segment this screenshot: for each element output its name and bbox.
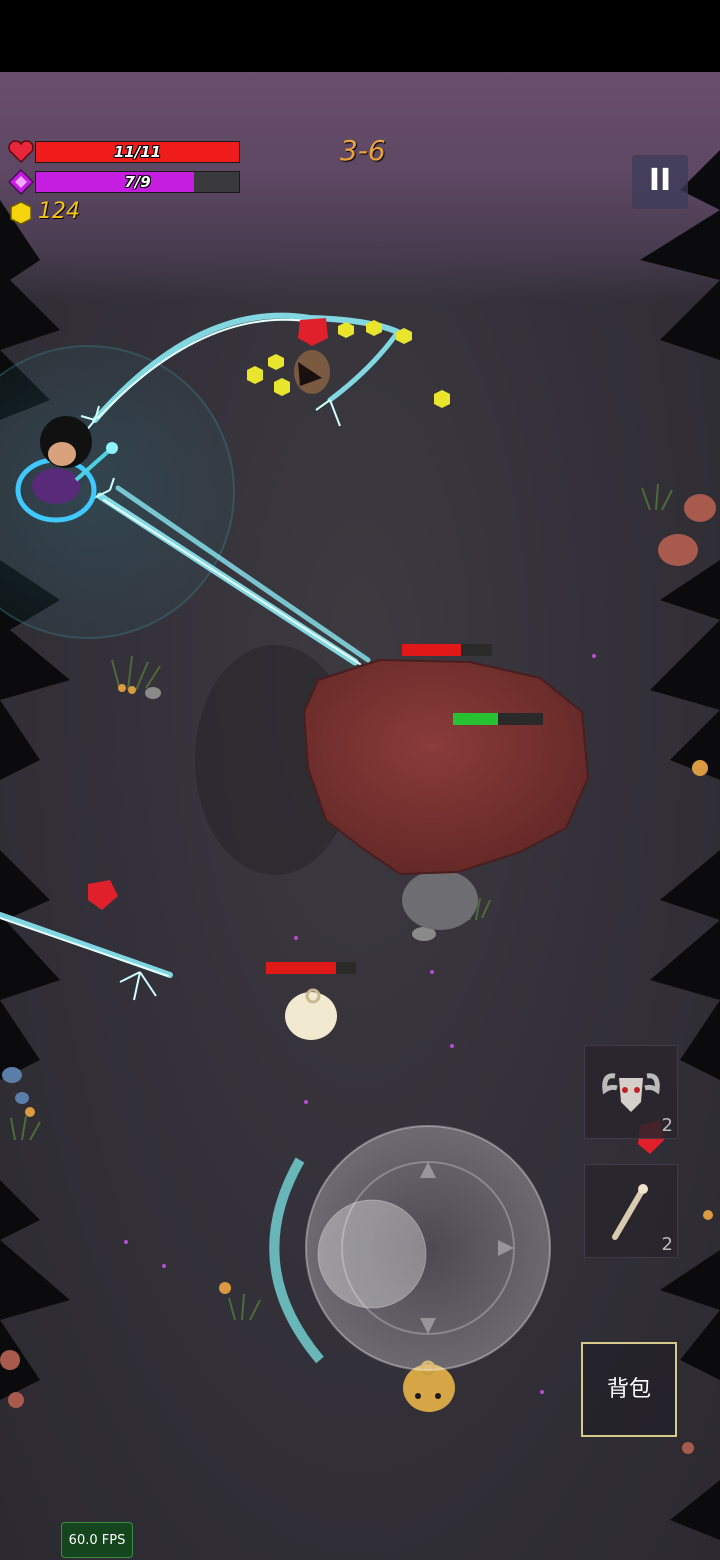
- boss-shield-fill: [453, 713, 498, 725]
- red-gem-2: [88, 880, 118, 910]
- skill-count: 2: [661, 1234, 673, 1255]
- diamond-icon: [8, 169, 34, 195]
- mana-bar: 7/9: [35, 171, 240, 193]
- health-bar: 11/11: [35, 141, 240, 163]
- boss-health-fill: [402, 644, 461, 656]
- heart-icon: [8, 140, 34, 164]
- bulb-enemy-health-bar: [266, 962, 356, 974]
- bulb-enemy: [285, 988, 337, 1040]
- mushroom-boss: [195, 645, 590, 930]
- bag-button[interactable]: 背包: [581, 1342, 677, 1437]
- skill-slot-staff[interactable]: 2: [584, 1164, 678, 1258]
- status-bar: [0, 0, 720, 72]
- skill-count: 2: [661, 1115, 673, 1136]
- fps-counter: 60.0 FPS: [61, 1522, 133, 1558]
- chomper-enemy: [294, 350, 330, 394]
- blue-mushrooms-edge: [2, 1067, 29, 1104]
- health-text: 11/11: [113, 143, 162, 161]
- gold-count: 124: [38, 199, 80, 224]
- bulb-enemy-health-fill: [266, 962, 337, 974]
- game-scene[interactable]: [0, 72, 720, 1560]
- boss-health-bar: [402, 644, 492, 656]
- coin-icon: [10, 201, 32, 225]
- right-foliage: [640, 150, 720, 1540]
- gold-coins: [247, 320, 450, 408]
- joystick-knob: [317, 1199, 427, 1309]
- boss-shield-bar: [453, 713, 543, 725]
- pause-button[interactable]: II: [632, 155, 688, 209]
- virtual-joystick[interactable]: [269, 1125, 551, 1371]
- red-gem: [298, 318, 328, 346]
- skill-slot-ram-skull[interactable]: 2: [584, 1045, 678, 1139]
- stage-label: 3-6: [340, 134, 386, 167]
- mana-text: 7/9: [124, 173, 151, 191]
- game-world: [0, 150, 720, 1540]
